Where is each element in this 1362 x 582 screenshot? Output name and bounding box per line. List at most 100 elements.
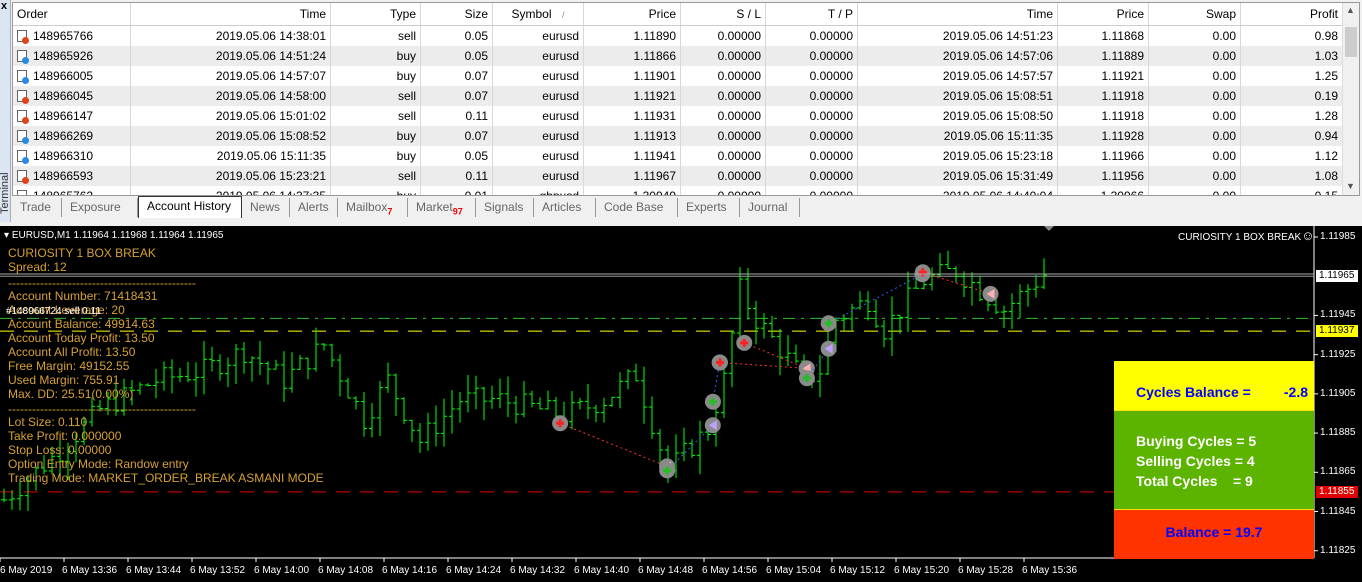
- column-header-price[interactable]: Price: [1058, 3, 1149, 25]
- table-cell: 2019.05.06 14:57:07: [131, 66, 331, 86]
- table-cell: 2019.05.06 15:23:18: [858, 146, 1058, 166]
- table-row[interactable]: 148965926 2019.05.06 14:51:24 buy 0.05 eurus…: [13, 46, 1343, 66]
- time-tick-label: 6 May 14:00: [254, 565, 310, 576]
- table-cell: 1.11913: [584, 126, 681, 146]
- time-tick-label: 6 May 14:48: [638, 565, 694, 576]
- account-info-line: Account Today Profit: 13.50: [8, 331, 155, 345]
- total-cycles: Total Cycles = 9: [1136, 473, 1253, 489]
- table-cell: 0.05: [421, 46, 493, 66]
- table-cell: 1.11921: [584, 86, 681, 106]
- time-tick-label: 6 May 13:44: [126, 565, 182, 576]
- table-cell: 148966045: [13, 86, 131, 106]
- tab-experts[interactable]: Experts: [678, 198, 740, 217]
- scroll-down-icon[interactable]: ▼: [1346, 181, 1355, 191]
- tab-label: Trade: [20, 200, 51, 214]
- close-icon[interactable]: x: [1, 0, 7, 12]
- column-header-order[interactable]: Order: [13, 3, 131, 25]
- tab-trade[interactable]: Trade: [12, 198, 62, 217]
- time-tick-label: 6 May 14:40: [574, 565, 630, 576]
- table-cell: 1.30949: [584, 186, 681, 195]
- cycles-balance-label: Cycles Balance =: [1136, 384, 1251, 400]
- table-row[interactable]: 148966593 2019.05.06 15:23:21 sell 0.11 euru…: [13, 166, 1343, 186]
- table-cell: 1.11966: [1058, 146, 1149, 166]
- smiley-icon[interactable]: ☺: [1301, 228, 1314, 243]
- tab-mailbox[interactable]: Mailbox7: [338, 198, 408, 217]
- column-header-type[interactable]: Type: [331, 3, 421, 25]
- column-header-symbol[interactable]: Symbol /: [493, 3, 584, 25]
- order-id: 148966005: [33, 69, 94, 83]
- yellow-level-label: 1.11937: [1316, 325, 1358, 338]
- vertical-scrollbar[interactable]: ▲ ▼: [1342, 3, 1359, 195]
- table-cell: 148966269: [13, 126, 131, 146]
- table-row[interactable]: 148965766 2019.05.06 14:38:01 sell 0.05 euru…: [13, 26, 1343, 46]
- table-cell: 2019.05.06 15:08:50: [858, 106, 1058, 126]
- table-cell: eurusd: [493, 166, 584, 186]
- table-row[interactable]: 148966310 2019.05.06 15:11:35 buy 0.05 eurus…: [13, 146, 1343, 166]
- tab-label: Alerts: [298, 200, 329, 214]
- separator-text: ----------------------------------------…: [8, 276, 196, 290]
- tab-market[interactable]: Market97: [408, 198, 476, 217]
- table-cell: buy: [331, 126, 421, 146]
- table-cell: buy: [331, 46, 421, 66]
- tab-label: Code Base: [604, 200, 664, 214]
- table-cell: 1.11918: [1058, 86, 1149, 106]
- cycles-balance-value: -2.8: [1283, 384, 1308, 400]
- tab-label: Exposure: [70, 200, 121, 214]
- buy-order-icon: [17, 150, 29, 164]
- table-cell: 0.11: [421, 166, 493, 186]
- time-tick-label: 6 May 13:52: [190, 565, 246, 576]
- table-cell: 0.00000: [681, 146, 766, 166]
- scroll-up-icon[interactable]: ▲: [1346, 5, 1355, 15]
- price-tick-label: 1.11945: [1320, 309, 1356, 321]
- table-cell: 148965762: [13, 186, 131, 195]
- order-id: 148966045: [33, 89, 94, 103]
- table-row[interactable]: 148965762 2019.05.06 14:37:35 buy 0.01 gbpus…: [13, 186, 1343, 195]
- tab-account-history[interactable]: Account History: [138, 196, 242, 218]
- tab-signals[interactable]: Signals: [476, 198, 534, 217]
- column-header-swap[interactable]: Swap: [1149, 3, 1241, 25]
- tab-code-base[interactable]: Code Base: [596, 198, 678, 217]
- scroll-thumb[interactable]: [1345, 27, 1357, 57]
- sell-order-icon: [17, 30, 29, 44]
- tab-badge: 7: [387, 206, 393, 217]
- table-row[interactable]: 148966045 2019.05.06 14:58:00 sell 0.07 euru…: [13, 86, 1343, 106]
- setting-line: Option Entry Mode: Randow entry: [8, 457, 189, 471]
- price-tick-label: 1.11985: [1320, 231, 1356, 242]
- tab-label: Market: [416, 200, 453, 214]
- table-cell: 0.00000: [681, 86, 766, 106]
- sell-order-icon: [17, 90, 29, 104]
- ea-info-line: CURIOSITY 1 BOX BREAK: [8, 246, 156, 260]
- table-row[interactable]: 148966005 2019.05.06 14:57:07 buy 0.07 eurus…: [13, 66, 1343, 86]
- table-cell: 2019.05.06 14:51:23: [858, 26, 1058, 46]
- buy-order-icon: [17, 70, 29, 84]
- table-row[interactable]: 148966147 2019.05.06 15:01:02 sell 0.11 euru…: [13, 106, 1343, 126]
- table-cell: 0.00: [1149, 166, 1241, 186]
- price-chart[interactable]: ▾ EURUSD,M1 1.11964 1.11968 1.11964 1.11…: [0, 226, 1362, 582]
- column-header-time[interactable]: Time: [858, 3, 1058, 25]
- tab-alerts[interactable]: Alerts: [290, 198, 338, 217]
- setting-line: Lot Size: 0.110: [8, 415, 88, 429]
- column-header-sl[interactable]: S / L: [681, 3, 766, 25]
- column-header-tp[interactable]: T / P: [766, 3, 858, 25]
- table-cell: 2019.05.06 15:31:49: [858, 166, 1058, 186]
- tab-articles[interactable]: Articles: [534, 198, 596, 217]
- tab-journal[interactable]: Journal: [740, 198, 800, 217]
- tab-exposure[interactable]: Exposure: [62, 198, 138, 217]
- tab-label: Journal: [748, 200, 788, 214]
- table-row[interactable]: 148966269 2019.05.06 15:08:52 buy 0.07 eurus…: [13, 126, 1343, 146]
- column-header-time[interactable]: Time: [131, 3, 331, 25]
- tab-news[interactable]: News: [242, 198, 290, 217]
- table-cell: 1.11967: [584, 166, 681, 186]
- table-cell: 2019.05.06 14:37:35: [131, 186, 331, 195]
- column-header-profit[interactable]: Profit: [1241, 3, 1343, 25]
- tab-label: Signals: [484, 200, 524, 214]
- account-info-line: Account All Profit: 13.50: [8, 345, 136, 359]
- time-tick-label: 6 May 15:04: [766, 565, 822, 576]
- table-cell: 1.08: [1241, 166, 1343, 186]
- time-tick-label: 6 May 15:20: [894, 565, 950, 576]
- order-id: 148965766: [33, 29, 94, 43]
- terminal-tabs: Trade Exposure Account History News Alerts Ma…: [12, 196, 1362, 218]
- table-cell: 1.11868: [1058, 26, 1149, 46]
- column-header-price[interactable]: Price: [584, 3, 681, 25]
- column-header-size[interactable]: Size: [421, 3, 493, 25]
